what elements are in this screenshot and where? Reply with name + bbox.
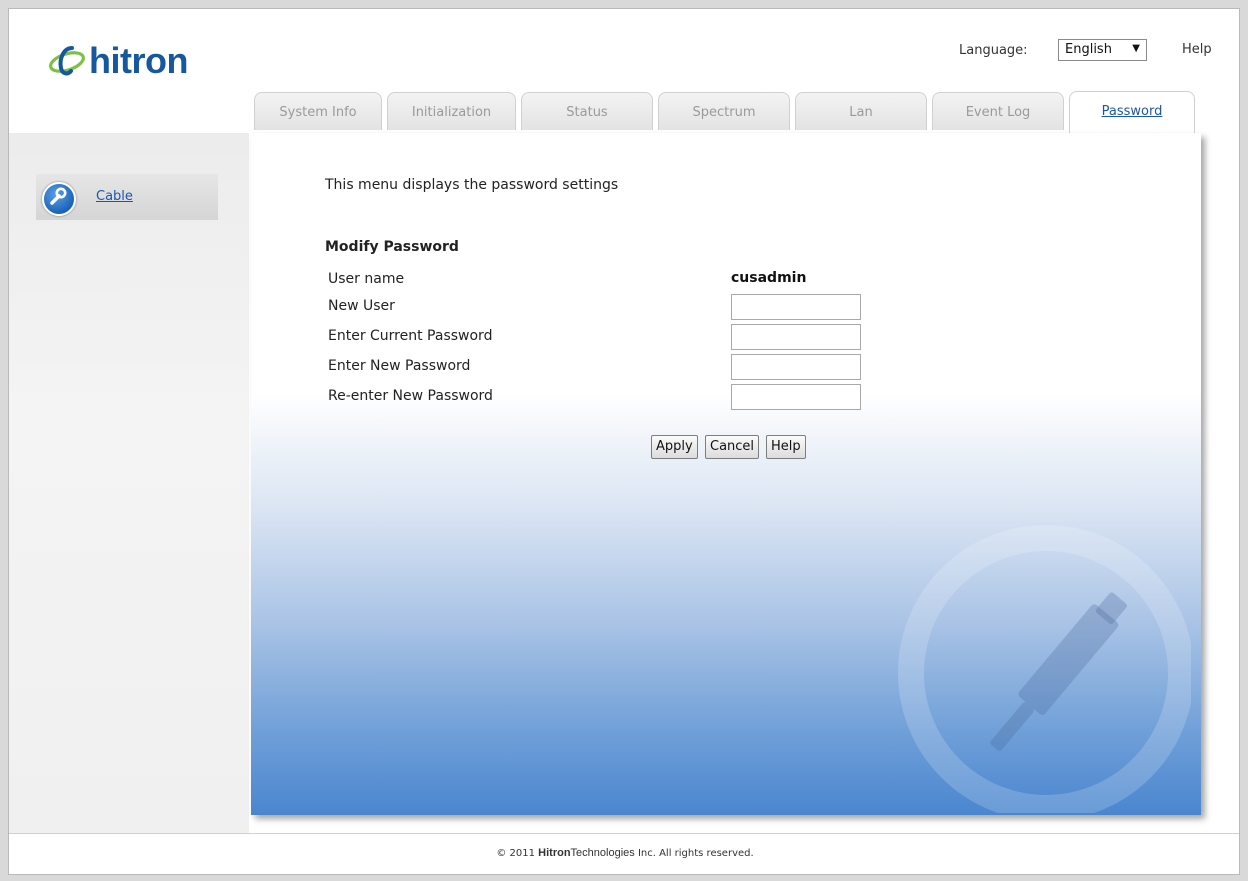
language-select[interactable]: English ▼ [1058,39,1147,61]
tab-system-info[interactable]: System Info [254,92,382,130]
footer-divider [9,833,1239,834]
tab-event-log[interactable]: Event Log [932,92,1064,130]
decorative-wrench-icon [898,525,1191,813]
new-password-label: Enter New Password [328,358,471,374]
footer-copyright: © 2011 [496,848,535,859]
help-button[interactable]: Help [766,435,806,459]
apply-button[interactable]: Apply [651,435,698,459]
user-name-label: User name [328,271,405,287]
left-sidebar [9,133,249,833]
footer-rights: Inc. All rights reserved. [637,848,754,859]
current-password-input[interactable] [731,324,861,350]
hitron-logo: hitron [47,43,188,79]
swirl-logo-icon [49,46,85,76]
main-panel: This menu displays the password settings… [251,133,1201,815]
new-password-input[interactable] [731,354,861,380]
footer-brand-rest: Technologies [570,847,635,859]
tab-spectrum[interactable]: Spectrum [658,92,790,130]
language-value: English [1065,42,1112,57]
tab-password[interactable]: Password [1069,91,1195,135]
new-user-label: New User [328,298,395,314]
page-description: This menu displays the password settings [325,177,619,193]
dropdown-caret-icon: ▼ [1132,43,1140,54]
footer-brand-bold: Hitron [538,847,571,859]
logo-text: hitron [89,40,188,81]
tab-initialization[interactable]: Initialization [387,92,516,130]
page-frame: hitron Language: English ▼ Help Cable Sy… [8,8,1240,875]
sidebar-item-cable[interactable]: Cable [36,174,218,220]
sidebar-item-label: Cable [96,189,133,204]
footer: © 2011 HitronTechnologies Inc. All right… [9,847,1239,859]
reenter-password-label: Re-enter New Password [328,388,493,404]
help-link[interactable]: Help [1182,42,1212,57]
language-label: Language: [959,43,1028,58]
new-user-input[interactable] [731,294,861,320]
reenter-password-input[interactable] [731,384,861,410]
tab-status[interactable]: Status [521,92,653,130]
tab-lan[interactable]: Lan [795,92,927,130]
current-password-label: Enter Current Password [328,328,493,344]
cancel-button[interactable]: Cancel [705,435,760,459]
user-name-value: cusadmin [731,270,807,286]
wrench-icon [42,182,76,216]
section-title: Modify Password [325,239,459,255]
